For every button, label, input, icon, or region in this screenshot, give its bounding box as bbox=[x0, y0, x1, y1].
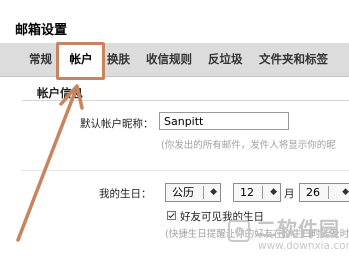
watermark-site-name: 二软件园 bbox=[256, 217, 340, 241]
watermark-logo-icon bbox=[228, 220, 250, 242]
mail-settings-page: 邮箱设置 常规 帐户 换肤 收信规则 反垃圾 文件夹和标签 帐户信息 默认帐户昵… bbox=[0, 0, 349, 266]
watermark-url: www.downxia.com bbox=[258, 240, 349, 252]
